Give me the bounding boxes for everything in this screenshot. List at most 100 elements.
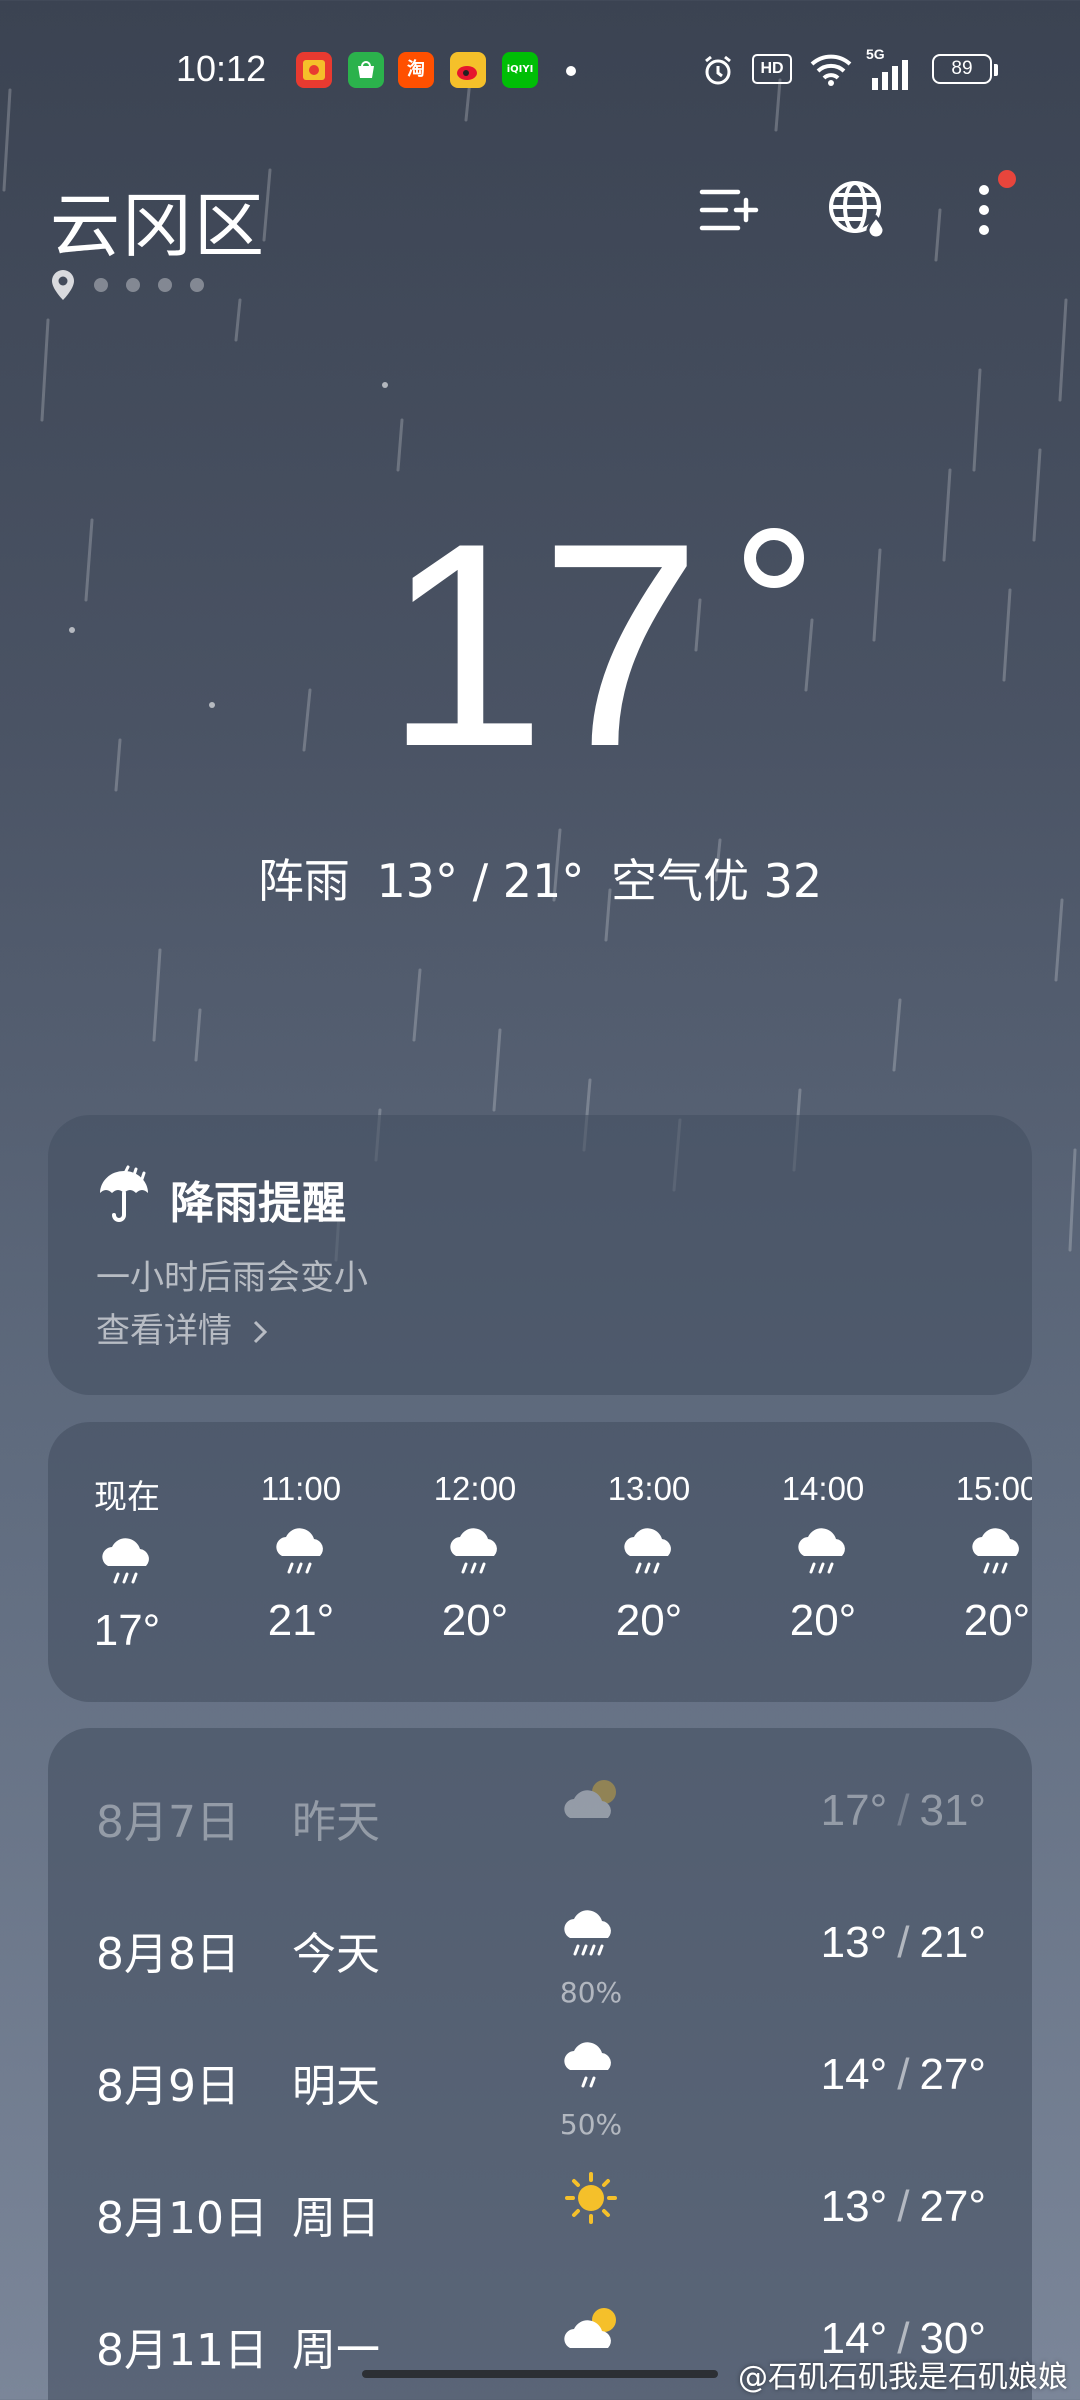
battery-indicator: 89 [932, 54, 992, 84]
daily-row-sunday[interactable]: 8月10日 周日 13°/27° [48, 2144, 1032, 2276]
hourly-item: 14:00 20° [768, 1470, 878, 1646]
global-weather-button[interactable] [818, 170, 898, 250]
chevron-right-icon [253, 1320, 267, 1344]
status-bar: 10:12 淘 iQIYI HD 5G 89 [0, 40, 1080, 104]
daily-row-today[interactable]: 8月8日 今天 80% 13°/21° [48, 1880, 1032, 2012]
day-date: 8月9日 [96, 2061, 240, 2112]
hour-time: 12:00 [433, 1470, 517, 1507]
slash-separator: / [897, 2182, 910, 2231]
rain-cloud-icon [276, 1528, 323, 1574]
hour-time: 14:00 [781, 1470, 865, 1507]
home-indicator[interactable] [362, 2370, 718, 2378]
page-indicator [50, 268, 204, 302]
weibo-app-icon [450, 52, 486, 88]
wifi-icon [810, 54, 852, 86]
rain-cloud-icon [972, 1528, 1019, 1574]
day-date: 8月7日 [96, 1797, 240, 1848]
notification-dot [566, 66, 576, 76]
rain-alert-description: 一小时后雨会变小 [96, 1258, 368, 1298]
light-rain-icon [564, 2042, 611, 2088]
day-temp-range: 13°/21° [821, 1918, 986, 1968]
day-date: 8月11日 [96, 2325, 268, 2376]
view-details-label: 查看详情 [96, 1311, 232, 1351]
page-dot [158, 278, 172, 292]
battery-level: 89 [951, 58, 973, 79]
hourly-item: 13:00 20° [594, 1470, 704, 1646]
air-quality[interactable]: 空气优 32 [611, 854, 822, 908]
watermark: @石矶石矶我是石矶娘娘 [738, 2360, 1068, 2395]
slash-separator: / [897, 1918, 910, 1967]
alarm-icon [705, 55, 731, 85]
precip-probability: 80% [559, 1976, 623, 2009]
rain-alert-card[interactable]: 降雨提醒 一小时后雨会变小 查看详情 [48, 1115, 1032, 1395]
battery-tip [994, 64, 998, 76]
taobao-app-icon: 淘 [398, 52, 434, 88]
page-dot [94, 278, 108, 292]
hourly-item: 15:00 20° [942, 1470, 1032, 1646]
hour-time: 11:00 [260, 1470, 342, 1507]
hour-time: 13:00 [607, 1470, 691, 1507]
daily-row-tomorrow[interactable]: 8月9日 明天 50% 14°/27° [48, 2012, 1032, 2144]
view-details-link[interactable]: 查看详情 [96, 1303, 269, 1352]
current-range: 13° / 21° [376, 854, 585, 908]
slash-separator: / [897, 2050, 910, 2099]
city-manage-button[interactable] [690, 170, 770, 250]
hour-temp: 20° [789, 1596, 857, 1645]
daily-forecast-card[interactable]: 8月7日 昨天 17°/31° 8月8日 今天 80% 13°/21° 8月9日… [48, 1728, 1032, 2400]
day-low: 13° [820, 1918, 888, 1967]
day-high: 31° [919, 1786, 986, 1835]
globe-icon [829, 181, 886, 240]
day-low: 14° [820, 2050, 888, 2099]
hourly-item: 11:00 21° [246, 1470, 356, 1646]
precip-probability: 50% [559, 2108, 623, 2141]
partly-cloudy-icon [564, 1780, 616, 1818]
day-temp-range: 13°/27° [821, 2182, 986, 2232]
day-low: 13° [820, 2182, 888, 2231]
day-high: 27° [919, 2050, 986, 2099]
hourly-forecast-card[interactable]: 现在 17° 11:00 21° 12:00 20° 13:00 20° 14:… [48, 1422, 1032, 1702]
more-vertical-icon [979, 185, 989, 235]
day-date: 8月8日 [96, 1929, 240, 1980]
day-temp-range: 17°/31° [821, 1786, 986, 1836]
day-label: 周一 [292, 2325, 380, 2376]
slash-separator: / [897, 1786, 910, 1835]
location-pin-icon [52, 270, 74, 300]
current-temperature: 17 [384, 483, 702, 807]
day-label: 昨天 [292, 1797, 380, 1848]
day-temp-range: 14°/27° [821, 2050, 986, 2100]
rain-cloud-icon [102, 1538, 149, 1584]
add-city-list-icon [699, 189, 759, 231]
day-label: 周日 [292, 2193, 380, 2244]
daily-row-yesterday[interactable]: 8月7日 昨天 17°/31° [48, 1748, 1032, 1880]
rain-alert-title: 降雨提醒 [170, 1178, 346, 1229]
more-options-button[interactable] [944, 170, 1024, 250]
day-date: 8月10日 [96, 2193, 268, 2244]
page-dot [126, 278, 140, 292]
current-condition: 阵雨 [257, 854, 350, 908]
page-dot [190, 278, 204, 292]
hd-volte-icon: HD [752, 54, 792, 84]
status-time: 10:12 [176, 48, 267, 89]
degree-symbol [744, 528, 804, 588]
umbrella-icon [100, 1165, 148, 1222]
signal-5g-icon: 5G [866, 46, 916, 90]
hour-temp: 21° [267, 1596, 335, 1645]
day-label: 今天 [292, 1929, 380, 1980]
rain-cloud-icon [450, 1528, 497, 1574]
day-high: 21° [919, 1918, 986, 1967]
hour-time: 15:00 [955, 1470, 1032, 1507]
hour-time: 现在 [94, 1478, 160, 1515]
iqiyi-app-icon: iQIYI [502, 52, 538, 88]
wallet-app-icon [296, 52, 332, 88]
hourly-item: 现在 17° [72, 1470, 182, 1656]
current-summary: 阵雨 13° / 21° 空气优 32 [0, 845, 1080, 911]
location-title[interactable]: 云冈区 [50, 170, 266, 271]
partly-sunny-icon [564, 2308, 616, 2348]
rain-cloud-icon [624, 1528, 671, 1574]
day-low: 17° [820, 1786, 888, 1835]
rain-cloud-icon [564, 1910, 611, 1956]
hour-temp: 20° [441, 1596, 509, 1645]
shopping-app-icon [348, 52, 384, 88]
day-label: 明天 [292, 2061, 380, 2112]
hourly-item: 12:00 20° [420, 1470, 530, 1646]
